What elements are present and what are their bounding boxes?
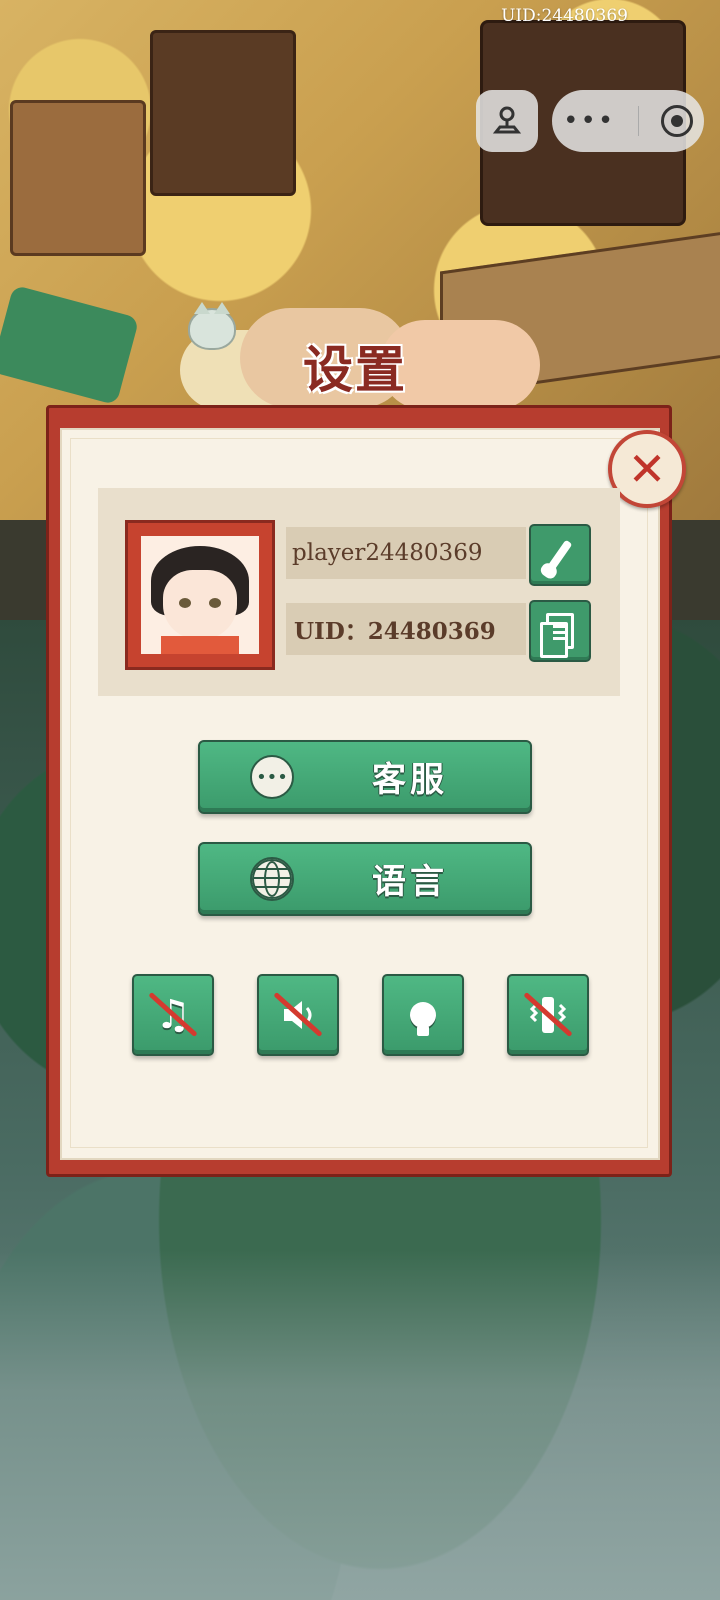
avatar[interactable] bbox=[125, 520, 275, 670]
close-icon: ✕ bbox=[627, 442, 667, 496]
avatar-image bbox=[141, 536, 259, 654]
customer-service-label: 客服 bbox=[372, 760, 448, 800]
cat-mascot-icon bbox=[188, 302, 236, 350]
player-name-field: player24480369 bbox=[286, 527, 526, 579]
avatar-eye bbox=[209, 598, 221, 608]
edit-name-button[interactable] bbox=[529, 524, 591, 586]
language-label: 语言 bbox=[372, 862, 448, 902]
vibration-toggle[interactable] bbox=[507, 974, 589, 1056]
target-icon[interactable] bbox=[660, 105, 693, 137]
desk-furniture bbox=[150, 30, 296, 196]
sound-toggle[interactable] bbox=[257, 974, 339, 1056]
light-bulb-icon bbox=[410, 1002, 436, 1036]
customer-service-button[interactable]: ••• 客服 bbox=[198, 740, 532, 814]
top-uid-label: UID:24480369 bbox=[501, 6, 628, 26]
hint-toggle[interactable] bbox=[382, 974, 464, 1056]
crate-furniture bbox=[10, 100, 146, 256]
fog-overlay bbox=[0, 1250, 720, 1600]
avatar-eye bbox=[179, 598, 191, 608]
dialog-title: 设置 bbox=[303, 340, 407, 399]
capsule-divider bbox=[637, 106, 639, 136]
globe-shape bbox=[252, 859, 292, 899]
game-capsule-button[interactable] bbox=[476, 90, 538, 152]
menu-capsule: ••• bbox=[552, 90, 704, 152]
copy-icon bbox=[540, 613, 574, 658]
title-cloud-banner: 设置 bbox=[180, 300, 540, 410]
avatar-face bbox=[163, 570, 237, 640]
language-button[interactable]: 语言 bbox=[198, 842, 532, 916]
joystick-icon bbox=[492, 106, 522, 134]
music-toggle[interactable]: ♫ bbox=[132, 974, 214, 1056]
avatar-collar bbox=[161, 636, 239, 654]
more-dots-icon[interactable]: ••• bbox=[563, 106, 615, 136]
brush-icon bbox=[547, 539, 573, 571]
uid-field: UID：24480369 bbox=[286, 603, 526, 655]
copy-uid-button[interactable] bbox=[529, 600, 591, 662]
globe-icon bbox=[250, 857, 294, 901]
chat-bubble-icon: ••• bbox=[250, 755, 294, 799]
